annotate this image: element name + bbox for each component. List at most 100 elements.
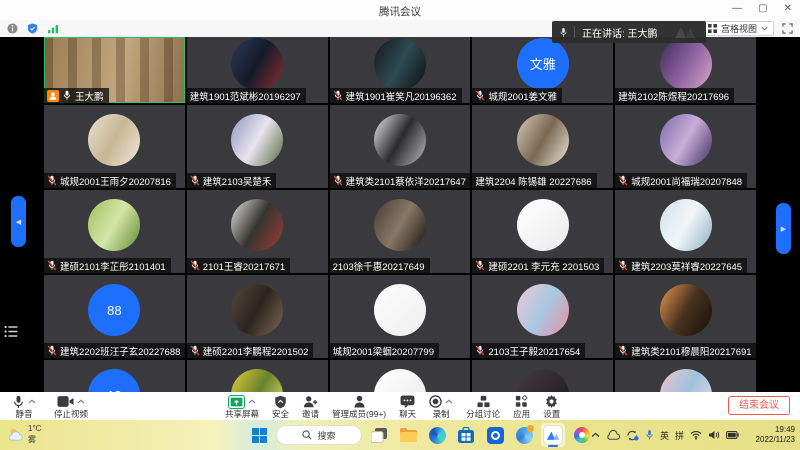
participant-avatar: 88 <box>88 284 140 336</box>
tencent-meeting-window: 腾讯会议 — ▢ ✕ 宫格视图 正在讲话: 王大鹏 <box>0 0 800 450</box>
task-view-icon <box>371 428 387 443</box>
participant-tile[interactable] <box>187 360 328 392</box>
participant-name: 建筑2102陈煜程20217696 <box>618 89 729 103</box>
participant-avatar <box>660 284 712 336</box>
grid-view-selector[interactable]: 宫格视图 <box>702 21 774 36</box>
maximize-icon[interactable]: ▢ <box>758 3 767 15</box>
page-left-button[interactable]: ◀ <box>11 196 26 247</box>
browser-app-button[interactable] <box>512 423 536 447</box>
participant-namebar: 2101王睿20217671 <box>187 258 290 273</box>
breakout-rooms-icon <box>477 395 490 408</box>
participant-tile[interactable]: 建硕2101李芷彤2101401 <box>44 190 185 273</box>
participant-namebar: 建筑2203莫祥睿20227645 <box>615 258 747 273</box>
taskbar-clock[interactable]: 19:49 2022/11/23 <box>745 425 795 445</box>
participant-tile[interactable]: 王大鹏 <box>44 37 185 103</box>
participant-tile[interactable]: 文雅 城规2001姜文雅 <box>472 37 613 103</box>
participant-tile[interactable]: 建硕2201李鹏程2201502 <box>187 275 328 358</box>
participant-tile[interactable]: 城规2001尚福瑞20207848 <box>615 105 756 188</box>
task-view-button[interactable] <box>367 423 391 447</box>
participant-tile[interactable]: 建筑2203莫祥睿20227645 <box>615 190 756 273</box>
layout-list-icon[interactable] <box>4 325 18 338</box>
mic-muted-icon <box>333 90 343 101</box>
tencent-meeting-app-button[interactable] <box>541 423 565 447</box>
apps-button[interactable]: 应用 <box>513 393 530 419</box>
tray-expand-icon[interactable] <box>591 432 600 438</box>
mic-muted-icon <box>47 175 57 186</box>
participant-avatar: 文雅 <box>517 38 569 90</box>
toast-mic-icon <box>559 27 568 38</box>
participant-avatar <box>88 199 140 251</box>
volume-icon[interactable] <box>708 430 720 440</box>
participant-tile[interactable]: 建硕2201 李元充 2201503 <box>472 190 613 273</box>
participant-tile[interactable]: 建筑类2101穆晨阳20217691 <box>615 275 756 358</box>
invite-button[interactable]: 邀请 <box>302 393 319 419</box>
participant-tile[interactable]: 建筑2204 陈锡雄 20227686 <box>472 105 613 188</box>
speaking-toast-text: 正在讲话: 王大鹏 <box>582 25 658 40</box>
chat-button[interactable]: 聊天 <box>399 393 416 419</box>
record-button[interactable]: 录制 <box>429 393 453 419</box>
participant-name: 建筑2202班汪子玄20227688 <box>60 344 180 358</box>
search-label: 搜索 <box>317 429 335 442</box>
participant-namebar: 城规2001姜文雅 <box>472 88 562 103</box>
participant-tile[interactable]: 城规2001梁蝈20207799 <box>330 275 471 358</box>
participant-tile[interactable]: 建筑类2101蔡依洋20217647 <box>330 105 471 188</box>
participant-avatar <box>374 38 426 90</box>
store-icon <box>458 427 474 443</box>
chevron-up-icon[interactable] <box>77 399 85 404</box>
ime-pinyin-indicator[interactable]: 拼 <box>675 429 684 442</box>
participant-name: 建筑类2101穆晨阳20217691 <box>631 344 751 358</box>
wifi-icon[interactable] <box>690 430 702 440</box>
network-signal-icon[interactable] <box>47 24 59 34</box>
weather-widget[interactable]: 1°C 雾 <box>7 423 41 445</box>
share-screen-button[interactable]: 共享屏幕 <box>225 393 259 419</box>
manage-members-button[interactable]: 管理成员(99+) <box>332 393 386 419</box>
end-meeting-button[interactable]: 结束会议 <box>728 396 790 415</box>
windows-taskbar: 1°C 雾 搜索 <box>0 420 800 450</box>
tray-mic-icon[interactable] <box>645 429 654 441</box>
participant-tile[interactable]: 建筑1901范斌彬20196297 <box>187 37 328 103</box>
minimize-icon[interactable]: — <box>732 3 742 15</box>
chevron-up-icon[interactable] <box>248 399 256 404</box>
meeting-info-icon[interactable] <box>7 23 18 34</box>
mute-button[interactable]: 静音 <box>12 393 36 419</box>
sync-status-icon[interactable] <box>626 430 639 441</box>
participant-tile[interactable]: 2103徐千惠20217649 <box>330 190 471 273</box>
participant-tile[interactable]: 88 建筑2202班汪子玄20227688 <box>44 275 185 358</box>
participant-tile[interactable]: 城规2001王雨夕20207816 <box>44 105 185 188</box>
page-right-button[interactable]: ▶ <box>776 203 791 254</box>
fullscreen-icon[interactable] <box>782 23 793 34</box>
participant-tile[interactable]: 建筑2102陈煜程20217696 <box>615 37 756 103</box>
chevron-up-icon[interactable] <box>28 399 36 404</box>
folder-icon <box>400 428 417 442</box>
start-button[interactable] <box>247 423 271 447</box>
participant-tile[interactable]: 2101王睿20217671 <box>187 190 328 273</box>
participant-tile[interactable]: 建筑1901崔笑凡20196362 <box>330 37 471 103</box>
onedrive-cloud-icon[interactable] <box>606 430 620 440</box>
ime-english-indicator[interactable]: 英 <box>660 429 669 442</box>
participant-avatar <box>374 114 426 166</box>
mic-muted-icon <box>190 345 200 356</box>
participant-tile[interactable]: 13 <box>44 360 185 392</box>
participant-tile[interactable]: 2103王子毅20217654 <box>472 275 613 358</box>
security-button[interactable]: 安全 <box>272 393 289 419</box>
participant-tile[interactable]: 建筑2103吴楚禾 <box>187 105 328 188</box>
microsoft-store-button[interactable] <box>454 423 478 447</box>
close-icon[interactable]: ✕ <box>784 3 792 15</box>
stop-video-button[interactable]: 停止视频 <box>54 393 88 419</box>
file-explorer-button[interactable] <box>396 423 420 447</box>
settings-button[interactable]: 设置 <box>543 393 560 419</box>
taskbar-search[interactable]: 搜索 <box>276 425 362 445</box>
breakout-button[interactable]: 分组讨论 <box>466 393 500 419</box>
host-badge-icon <box>47 90 59 102</box>
edge-browser-button[interactable] <box>425 423 449 447</box>
battery-icon[interactable] <box>726 431 739 439</box>
chevron-up-icon[interactable] <box>445 399 453 404</box>
participant-tile[interactable] <box>330 360 471 392</box>
participant-tile[interactable] <box>615 360 756 392</box>
settings-label: 设置 <box>543 409 560 419</box>
meeting-security-shield-icon[interactable] <box>27 23 38 34</box>
participant-tile[interactable] <box>472 360 613 392</box>
edge-icon <box>429 427 446 444</box>
speaking-toast: 正在讲话: 王大鹏 <box>552 21 706 43</box>
blue-app-button[interactable] <box>483 423 507 447</box>
